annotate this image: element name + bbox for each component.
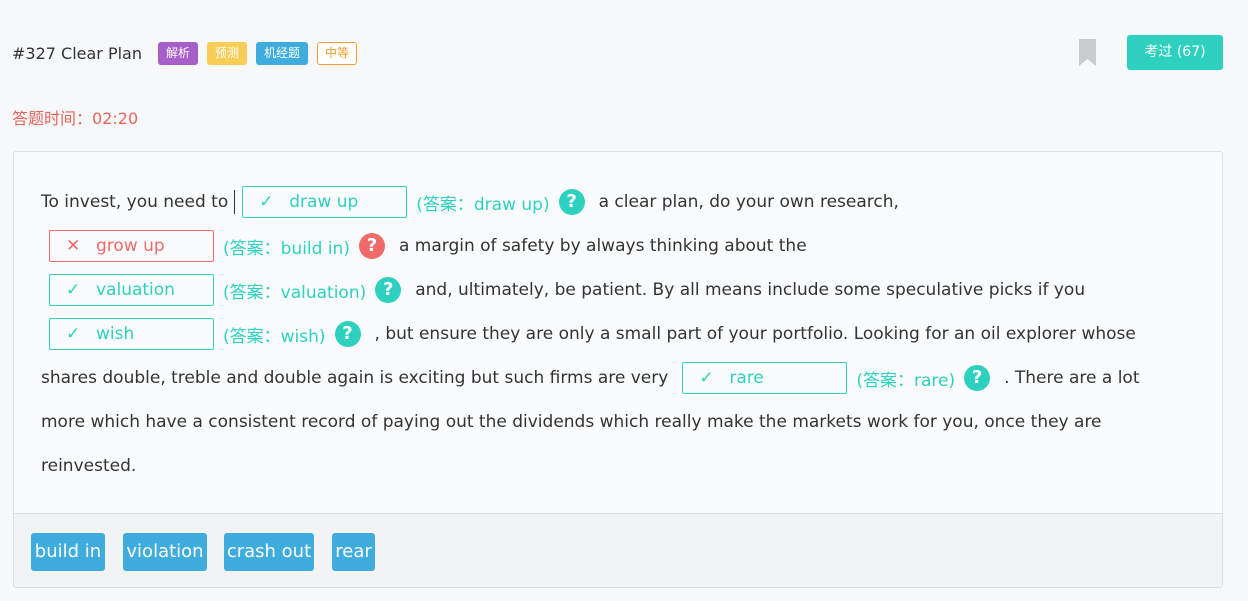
passage-text: a clear plan, do your own research, bbox=[598, 192, 899, 212]
blank-1[interactable]: ✓ draw up bbox=[242, 186, 408, 218]
blank-2[interactable]: ✕ grow up bbox=[49, 230, 214, 262]
question-header: #327 Clear Plan 解析 预测 机经题 中等 bbox=[12, 40, 366, 66]
passed-count-button[interactable]: 考过 (67) bbox=[1127, 35, 1223, 70]
help-icon[interactable]: ? bbox=[358, 233, 385, 259]
help-icon[interactable]: ? bbox=[375, 277, 402, 303]
question-card: To invest, you need to ✓ draw up (答案：dra… bbox=[13, 151, 1223, 588]
passage-line: more which have a consistent record of p… bbox=[41, 400, 1102, 444]
passage-text: shares double, treble and double again i… bbox=[41, 368, 669, 388]
option-rear[interactable]: rear bbox=[332, 533, 375, 571]
blank-5-value: rare bbox=[729, 368, 764, 388]
option-build-in[interactable]: build in bbox=[31, 533, 105, 571]
blank-1-value: draw up bbox=[289, 192, 359, 212]
blank-3-value: valuation bbox=[96, 280, 175, 300]
timer-value: 02:20 bbox=[92, 109, 139, 128]
blank-1-answer: (答案：draw up) bbox=[416, 194, 550, 215]
tag-analysis[interactable]: 解析 bbox=[158, 41, 199, 65]
timer-label: 答题时间： bbox=[12, 109, 93, 128]
passage-text: . There are a lot bbox=[1004, 368, 1140, 388]
check-icon: ✓ bbox=[699, 368, 714, 388]
blank-5[interactable]: ✓ rare bbox=[682, 362, 848, 394]
check-icon: ✓ bbox=[66, 280, 81, 300]
help-icon[interactable]: ? bbox=[964, 365, 991, 391]
help-icon[interactable]: ? bbox=[334, 321, 361, 347]
passage-line: ✓ valuation (答案：valuation) ? and, ultima… bbox=[49, 268, 1085, 312]
option-crash-out[interactable]: crash out bbox=[224, 533, 314, 571]
question-title: #327 Clear Plan bbox=[12, 43, 142, 63]
passage: To invest, you need to ✓ draw up (答案：dra… bbox=[14, 152, 1222, 514]
blank-4[interactable]: ✓ wish bbox=[49, 318, 214, 350]
bookmark-icon[interactable] bbox=[1079, 39, 1096, 66]
answer-timer: 答题时间：02:20 bbox=[12, 105, 138, 129]
check-icon: ✓ bbox=[259, 192, 274, 212]
passage-line: reinvested. bbox=[41, 444, 136, 488]
passage-text: and, ultimately, be patient. By all mean… bbox=[415, 280, 1086, 300]
passage-line: ✓ wish (答案：wish) ? , but ensure they are… bbox=[49, 312, 1136, 356]
word-options: build in violation crash out rear bbox=[14, 513, 1222, 587]
passage-text: reinvested. bbox=[41, 456, 137, 476]
option-violation[interactable]: violation bbox=[123, 533, 207, 571]
passage-line: To invest, you need to ✓ draw up (答案：dra… bbox=[41, 180, 899, 224]
passage-text: a margin of safety by always thinking ab… bbox=[398, 236, 807, 256]
tag-difficulty: 中等 bbox=[317, 41, 358, 65]
blank-4-value: wish bbox=[96, 324, 135, 344]
blank-3-answer: (答案：valuation) bbox=[223, 282, 367, 303]
passage-text: more which have a consistent record of p… bbox=[41, 412, 1102, 432]
passage-text: , but ensure they are only a small part … bbox=[374, 324, 1136, 344]
tag-machine-question[interactable]: 机经题 bbox=[256, 41, 309, 65]
blank-2-value: grow up bbox=[96, 236, 165, 256]
tag-prediction[interactable]: 预测 bbox=[207, 41, 248, 65]
text-cursor bbox=[234, 190, 236, 214]
blank-2-answer: (答案：build in) bbox=[223, 238, 350, 259]
help-icon[interactable]: ? bbox=[558, 189, 585, 215]
blank-4-answer: (答案：wish) bbox=[223, 326, 326, 347]
check-icon: ✓ bbox=[66, 324, 81, 344]
passage-line: shares double, treble and double again i… bbox=[41, 356, 1140, 400]
passage-line: ✕ grow up (答案：build in) ? a margin of sa… bbox=[49, 224, 807, 268]
cross-icon: ✕ bbox=[66, 236, 81, 256]
blank-3[interactable]: ✓ valuation bbox=[49, 274, 214, 306]
blank-5-answer: (答案：rare) bbox=[856, 370, 956, 391]
passage-text: To invest, you need to bbox=[41, 192, 229, 212]
